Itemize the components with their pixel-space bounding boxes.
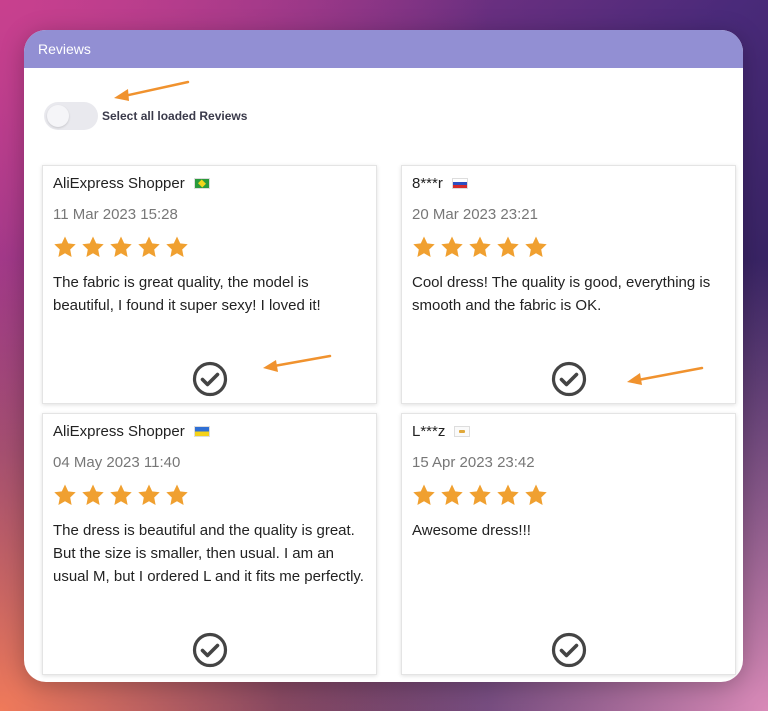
review-text: Cool dress! The quality is good, everyth… [412, 274, 711, 314]
review-date: 04 May 2023 11:40 [53, 454, 181, 471]
author-row: L***z [412, 420, 725, 442]
star-icon [469, 236, 491, 257]
star-icon [497, 484, 519, 505]
star-rating [53, 235, 366, 259]
check-circle-icon[interactable] [192, 632, 228, 668]
review-date: 11 Mar 2023 15:28 [53, 206, 178, 223]
star-icon [441, 236, 463, 257]
star-icon [54, 236, 76, 257]
check-circle-icon[interactable] [192, 361, 228, 397]
star-icon [82, 236, 104, 257]
author-row: AliExpress Shopper [53, 172, 366, 194]
star-icon [110, 236, 132, 257]
star-icon [441, 484, 463, 505]
star-icon [469, 484, 491, 505]
cyprus-flag-icon [454, 425, 471, 437]
review-text: The dress is beautiful and the quality i… [53, 522, 364, 585]
select-all-label: Select all loaded Reviews [102, 109, 248, 123]
annotation-arrow-icon [627, 366, 704, 385]
star-rating [412, 235, 725, 259]
check-circle-icon[interactable] [551, 632, 587, 668]
review-author: 8***r [412, 174, 443, 192]
star-icon [138, 484, 160, 505]
select-all-toggle[interactable] [44, 102, 98, 130]
check-circle-icon[interactable] [551, 361, 587, 397]
select-all-row: Select all loaded Reviews [44, 102, 247, 130]
star-icon [413, 484, 435, 505]
star-rating [53, 483, 366, 507]
review-text: Awesome dress!!! [412, 522, 531, 539]
review-date: 20 Mar 2023 23:21 [412, 206, 538, 223]
panel-title: Reviews [24, 30, 743, 68]
annotation-arrow-icon [114, 80, 190, 101]
star-icon [525, 236, 547, 257]
toggle-knob [47, 105, 69, 127]
author-row: AliExpress Shopper [53, 420, 366, 442]
review-author: AliExpress Shopper [53, 174, 185, 192]
reviews-panel: Reviews Select all loaded Reviews AliExp… [24, 30, 743, 682]
review-card[interactable]: L***z 15 Apr 2023 23:42 Awesome dress!!! [401, 413, 736, 675]
star-rating [412, 483, 725, 507]
ukraine-flag-icon [193, 425, 210, 437]
star-icon [82, 484, 104, 505]
star-icon [525, 484, 547, 505]
star-icon [54, 484, 76, 505]
brazil-flag-icon [193, 177, 210, 189]
annotation-arrow-icon [263, 354, 332, 372]
review-author: L***z [412, 422, 446, 440]
review-author: AliExpress Shopper [53, 422, 185, 440]
star-icon [138, 236, 160, 257]
star-icon [413, 236, 435, 257]
star-icon [497, 236, 519, 257]
star-icon [166, 236, 188, 257]
review-card[interactable]: AliExpress Shopper 04 May 2023 11:40 The… [42, 413, 377, 675]
russia-flag-icon [451, 177, 468, 189]
star-icon [166, 484, 188, 505]
star-icon [110, 484, 132, 505]
review-text: The fabric is great quality, the model i… [53, 274, 321, 314]
author-row: 8***r [412, 172, 725, 194]
review-date: 15 Apr 2023 23:42 [412, 454, 535, 471]
